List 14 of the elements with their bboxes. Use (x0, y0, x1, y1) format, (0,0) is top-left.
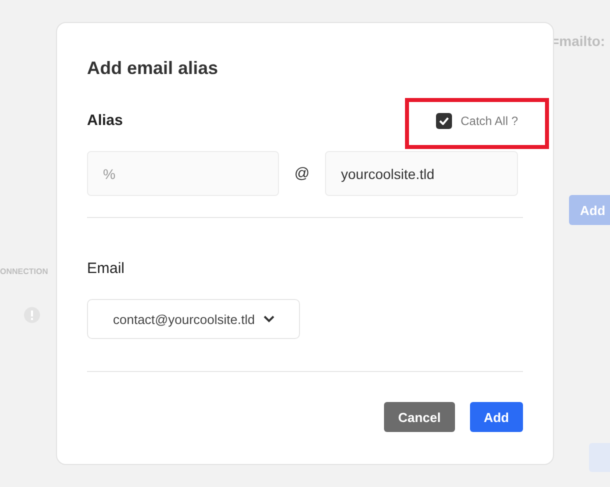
dialog-title: Add email alias (87, 58, 220, 79)
cancel-button[interactable]: Cancel (384, 402, 455, 432)
checkbox-label: Catch All ? (460, 114, 518, 128)
alias-field[interactable]: % (87, 151, 279, 196)
add-button[interactable]: Add (470, 402, 523, 432)
checkbox[interactable] (436, 112, 452, 128)
exclamation-icon (24, 307, 40, 323)
field-label: Email (87, 260, 125, 277)
chevron-down-icon (262, 315, 275, 323)
domain-field[interactable]: yourcoolsite.tld (325, 151, 518, 196)
field-label: Alias (87, 112, 123, 129)
at-sign: @ (293, 165, 311, 182)
email-dropdown[interactable]: contact@yourcoolsite.tld (87, 299, 300, 339)
check-icon (438, 116, 449, 124)
